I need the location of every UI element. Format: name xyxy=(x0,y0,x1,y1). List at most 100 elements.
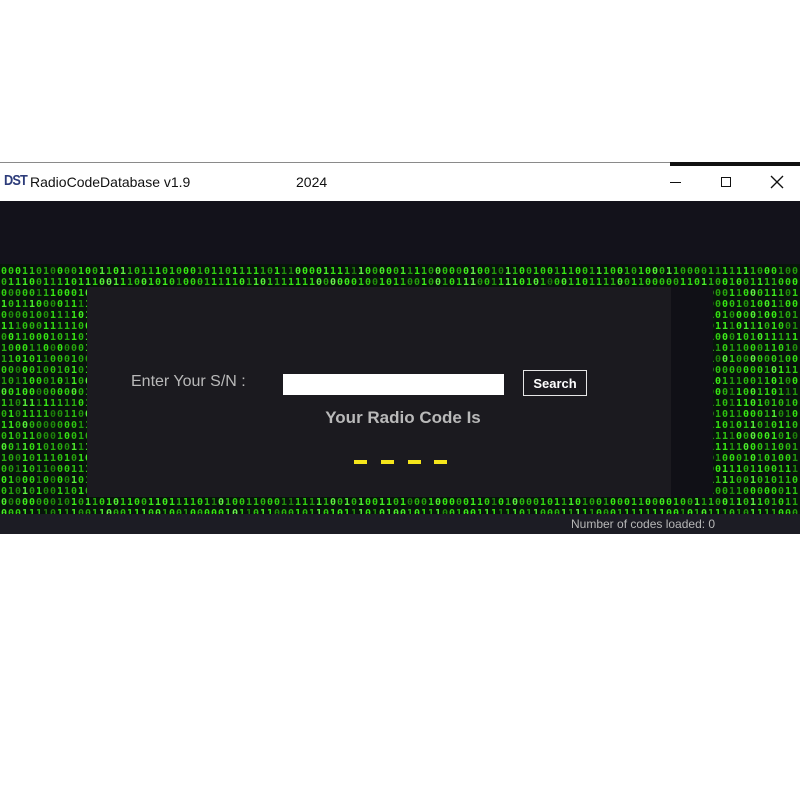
svg-text:1: 1 xyxy=(127,266,133,277)
svg-text:1: 1 xyxy=(78,486,84,497)
svg-text:0: 0 xyxy=(141,497,147,508)
svg-text:0: 0 xyxy=(1,464,7,475)
svg-text:1: 1 xyxy=(743,321,749,332)
svg-text:0: 0 xyxy=(99,497,105,508)
close-icon xyxy=(770,175,784,189)
svg-text:0: 0 xyxy=(1,365,7,376)
svg-text:1: 1 xyxy=(36,354,42,365)
svg-text:1: 1 xyxy=(225,497,231,508)
svg-text:1: 1 xyxy=(715,475,721,486)
svg-text:1: 1 xyxy=(400,497,406,508)
svg-text:0: 0 xyxy=(36,497,42,508)
svg-text:1: 1 xyxy=(379,497,385,508)
svg-text:0: 0 xyxy=(29,475,35,486)
svg-text:1: 1 xyxy=(99,266,105,277)
svg-text:0: 0 xyxy=(64,475,70,486)
svg-text:1: 1 xyxy=(36,442,42,453)
svg-text:1: 1 xyxy=(757,453,763,464)
svg-text:0: 0 xyxy=(64,343,70,354)
svg-text:0: 0 xyxy=(232,497,238,508)
svg-text:1: 1 xyxy=(253,266,259,277)
svg-text:0: 0 xyxy=(134,266,140,277)
minimize-button[interactable] xyxy=(652,163,698,201)
svg-text:1: 1 xyxy=(785,332,791,343)
serial-number-input[interactable] xyxy=(283,374,504,395)
svg-text:1: 1 xyxy=(792,321,798,332)
svg-text:0: 0 xyxy=(463,266,469,277)
svg-text:0: 0 xyxy=(484,497,490,508)
svg-text:0: 0 xyxy=(778,321,784,332)
svg-text:1: 1 xyxy=(57,497,63,508)
svg-text:1: 1 xyxy=(470,266,476,277)
svg-text:0: 0 xyxy=(575,266,581,277)
svg-text:1: 1 xyxy=(8,354,14,365)
svg-text:0: 0 xyxy=(15,486,21,497)
svg-text:0: 0 xyxy=(71,288,77,299)
svg-text:1: 1 xyxy=(722,310,728,321)
svg-text:1: 1 xyxy=(771,431,777,442)
svg-text:1: 1 xyxy=(232,266,238,277)
svg-text:1: 1 xyxy=(729,464,735,475)
search-button[interactable]: Search xyxy=(523,370,587,396)
minimize-icon xyxy=(669,182,681,183)
svg-text:1: 1 xyxy=(8,486,14,497)
svg-text:1: 1 xyxy=(778,332,784,343)
svg-text:1: 1 xyxy=(330,266,336,277)
svg-text:0: 0 xyxy=(50,354,56,365)
svg-text:0: 0 xyxy=(617,266,623,277)
svg-text:0: 0 xyxy=(715,277,721,288)
svg-text:0: 0 xyxy=(36,299,42,310)
svg-text:0: 0 xyxy=(736,453,742,464)
svg-text:1: 1 xyxy=(344,497,350,508)
svg-text:0: 0 xyxy=(743,299,749,310)
svg-text:0: 0 xyxy=(736,354,742,365)
svg-text:1: 1 xyxy=(750,277,756,288)
svg-text:0: 0 xyxy=(71,387,77,398)
svg-text:1: 1 xyxy=(57,310,63,321)
svg-text:0: 0 xyxy=(71,486,77,497)
svg-text:1: 1 xyxy=(638,266,644,277)
svg-text:1: 1 xyxy=(764,343,770,354)
svg-text:0: 0 xyxy=(463,497,469,508)
svg-text:1: 1 xyxy=(582,497,588,508)
svg-text:1: 1 xyxy=(757,387,763,398)
svg-text:0: 0 xyxy=(617,497,623,508)
svg-text:0: 0 xyxy=(50,464,56,475)
svg-text:1: 1 xyxy=(1,321,7,332)
svg-text:1: 1 xyxy=(288,497,294,508)
svg-text:0: 0 xyxy=(57,442,63,453)
svg-text:1: 1 xyxy=(673,266,679,277)
svg-text:1: 1 xyxy=(1,453,7,464)
svg-text:0: 0 xyxy=(29,376,35,387)
svg-text:1: 1 xyxy=(22,486,28,497)
svg-text:0: 0 xyxy=(764,310,770,321)
svg-text:1: 1 xyxy=(540,497,546,508)
svg-text:0: 0 xyxy=(337,497,343,508)
svg-text:1: 1 xyxy=(792,453,798,464)
svg-text:0: 0 xyxy=(1,497,7,508)
svg-text:1: 1 xyxy=(127,497,133,508)
svg-text:1: 1 xyxy=(57,277,63,288)
svg-text:0: 0 xyxy=(722,299,728,310)
maximize-button[interactable] xyxy=(703,163,749,201)
svg-text:0: 0 xyxy=(750,343,756,354)
svg-text:1: 1 xyxy=(8,475,14,486)
svg-text:1: 1 xyxy=(106,266,112,277)
svg-text:0: 0 xyxy=(687,497,693,508)
svg-text:0: 0 xyxy=(442,266,448,277)
svg-text:0: 0 xyxy=(547,497,553,508)
svg-text:0: 0 xyxy=(1,431,7,442)
svg-text:0: 0 xyxy=(715,365,721,376)
svg-text:0: 0 xyxy=(92,266,98,277)
svg-text:0: 0 xyxy=(771,365,777,376)
svg-text:0: 0 xyxy=(64,365,70,376)
svg-text:0: 0 xyxy=(43,365,49,376)
svg-text:1: 1 xyxy=(246,497,252,508)
svg-text:1: 1 xyxy=(792,442,798,453)
svg-text:0: 0 xyxy=(8,453,14,464)
svg-text:0: 0 xyxy=(78,365,84,376)
svg-text:0: 0 xyxy=(722,288,728,299)
close-button[interactable] xyxy=(754,163,800,201)
svg-text:0: 0 xyxy=(78,475,84,486)
svg-text:0: 0 xyxy=(778,497,784,508)
